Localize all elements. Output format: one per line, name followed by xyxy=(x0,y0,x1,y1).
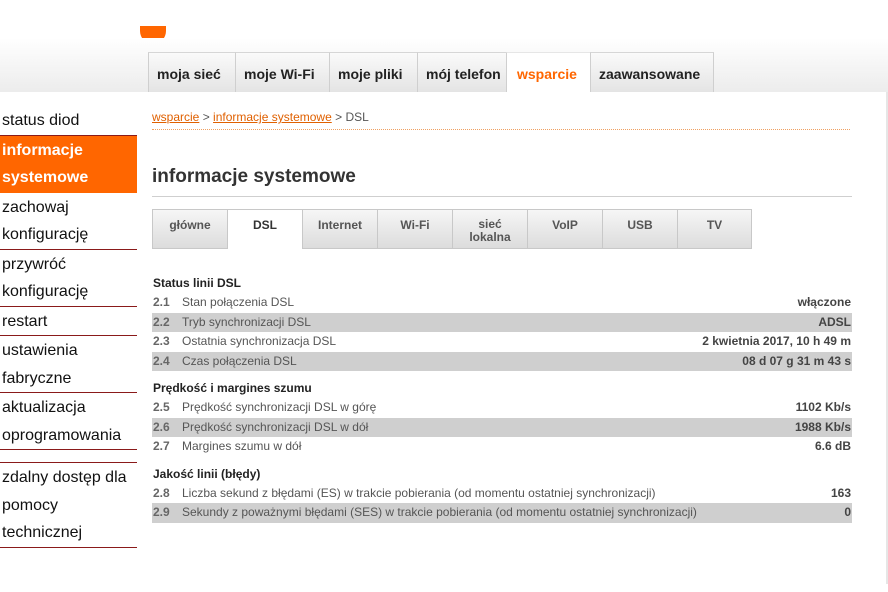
breadcrumb-divider xyxy=(152,129,850,130)
sidebar-item-zdalny-dostep[interactable]: zdalny dostęp dla pomocy technicznej xyxy=(0,463,137,548)
info-row: 2.6 Prędkość synchronizacji DSL w dół 19… xyxy=(152,417,852,437)
row-value: 2 kwietnia 2017, 10 h 49 m xyxy=(702,334,851,348)
info-row: 2.4 Czas połączenia DSL 08 d 07 g 31 m 4… xyxy=(152,351,852,371)
main-nav: moja sieć moje Wi-Fi moje pliki mój tele… xyxy=(148,52,714,92)
sidebar-item-status-diod[interactable]: status diod xyxy=(0,106,137,135)
tab-moja-siec[interactable]: moja sieć xyxy=(148,52,235,92)
row-label: Margines szumu w dół xyxy=(182,439,302,453)
subtab-wifi[interactable]: Wi-Fi xyxy=(377,209,452,249)
breadcrumb-link-wsparcie[interactable]: wsparcie xyxy=(152,110,199,124)
subtab-tv[interactable]: TV xyxy=(677,209,752,249)
info-row: 2.7 Margines szumu w dół 6.6 dB xyxy=(152,437,852,457)
sidebar-item-zachowaj-konfiguracje[interactable]: zachowaj konfigurację xyxy=(0,193,137,250)
row-number: 2.3 xyxy=(153,334,170,348)
row-number: 2.7 xyxy=(153,439,170,453)
breadcrumb-separator: > xyxy=(331,110,346,124)
sidebar-item-informacje-systemowe[interactable]: informacje systemowe xyxy=(0,134,137,193)
tab-wsparcie[interactable]: wsparcie xyxy=(506,52,590,92)
breadcrumb: wsparcie > informacje systemowe > DSL xyxy=(152,110,369,124)
tab-zaawansowane[interactable]: zaawansowane xyxy=(590,52,714,92)
subtab-usb[interactable]: USB xyxy=(602,209,677,249)
breadcrumb-link-informacje-systemowe[interactable]: informacje systemowe xyxy=(213,110,332,124)
subtab-dsl[interactable]: DSL xyxy=(227,209,302,249)
info-row: 2.5 Prędkość synchronizacji DSL w górę 1… xyxy=(152,398,852,418)
row-label: Liczba sekund z błędami (ES) w trakcie p… xyxy=(182,485,656,500)
section-title-errors: Jakość linii (błędy) xyxy=(153,466,261,481)
title-divider xyxy=(152,196,852,197)
tab-moje-wifi[interactable]: moje Wi-Fi xyxy=(235,52,329,92)
sidebar-item-aktualizacja-oprogramowania[interactable]: aktualizacja oprogramowania xyxy=(0,393,137,450)
section-title-speed: Prędkość i margines szumu xyxy=(153,381,312,395)
sub-tabs: główne DSL Internet Wi-Fi sieć lokalna V… xyxy=(152,209,752,249)
tab-moje-pliki[interactable]: moje pliki xyxy=(329,52,417,92)
info-row: 2.2 Tryb synchronizacji DSL ADSL xyxy=(152,312,852,332)
row-label: Tryb synchronizacji DSL xyxy=(182,314,311,329)
row-value: 08 d 07 g 31 m 43 s xyxy=(742,353,851,368)
row-value: 1988 Kb/s xyxy=(794,419,851,434)
subtab-glowne[interactable]: główne xyxy=(152,209,227,249)
row-number: 2.6 xyxy=(153,419,170,434)
row-number: 2.9 xyxy=(153,505,170,519)
page-title: informacje systemowe xyxy=(152,166,356,187)
row-value: ADSL xyxy=(818,314,851,329)
sidebar: status diod informacje systemowe zachowa… xyxy=(0,106,137,548)
sidebar-item-przywroc-konfiguracje[interactable]: przywróć konfigurację xyxy=(0,250,137,307)
dsl-info-panel: Status linii DSL 2.1 Stan połączenia DSL… xyxy=(152,276,852,523)
subtab-internet[interactable]: Internet xyxy=(302,209,377,249)
row-number: 2.1 xyxy=(153,295,170,309)
info-row: 2.9 Sekundy z poważnymi błędami (SES) w … xyxy=(152,503,852,523)
row-value: 6.6 dB xyxy=(814,439,851,453)
info-row: 2.8 Liczba sekund z błędami (ES) w trakc… xyxy=(152,484,852,504)
sidebar-item-restart[interactable]: restart xyxy=(0,307,137,336)
info-row: 2.1 Stan połączenia DSL włączone xyxy=(152,293,852,313)
sidebar-item-ustawienia-fabryczne[interactable]: ustawienia fabryczne xyxy=(0,336,137,393)
breadcrumb-separator: > xyxy=(199,110,214,124)
row-label: Prędkość synchronizacji DSL w górę xyxy=(182,400,377,414)
subtab-siec-lokalna[interactable]: sieć lokalna xyxy=(452,209,527,249)
section-title-status: Status linii DSL xyxy=(153,276,242,290)
breadcrumb-current: DSL xyxy=(345,110,369,124)
info-row: 2.3 Ostatnia synchronizacja DSL 2 kwietn… xyxy=(152,332,852,352)
sidebar-divider xyxy=(0,450,137,463)
row-label: Czas połączenia DSL xyxy=(182,353,297,368)
row-label: Ostatnia synchronizacja DSL xyxy=(182,334,337,348)
row-label: Prędkość synchronizacji DSL w dół xyxy=(182,419,369,434)
row-number: 2.4 xyxy=(153,353,170,368)
row-value: 0 xyxy=(844,505,851,519)
row-value: 1102 Kb/s xyxy=(795,400,851,414)
row-number: 2.5 xyxy=(153,400,170,414)
row-number: 2.2 xyxy=(153,314,170,329)
row-value: 163 xyxy=(830,485,851,500)
row-label: Sekundy z poważnymi błędami (SES) w trak… xyxy=(182,505,697,519)
subtab-voip[interactable]: VoIP xyxy=(527,209,602,249)
row-value: włączone xyxy=(797,295,851,309)
row-number: 2.8 xyxy=(153,485,170,500)
tab-moj-telefon[interactable]: mój telefon xyxy=(417,52,506,92)
row-label: Stan połączenia DSL xyxy=(182,295,295,309)
